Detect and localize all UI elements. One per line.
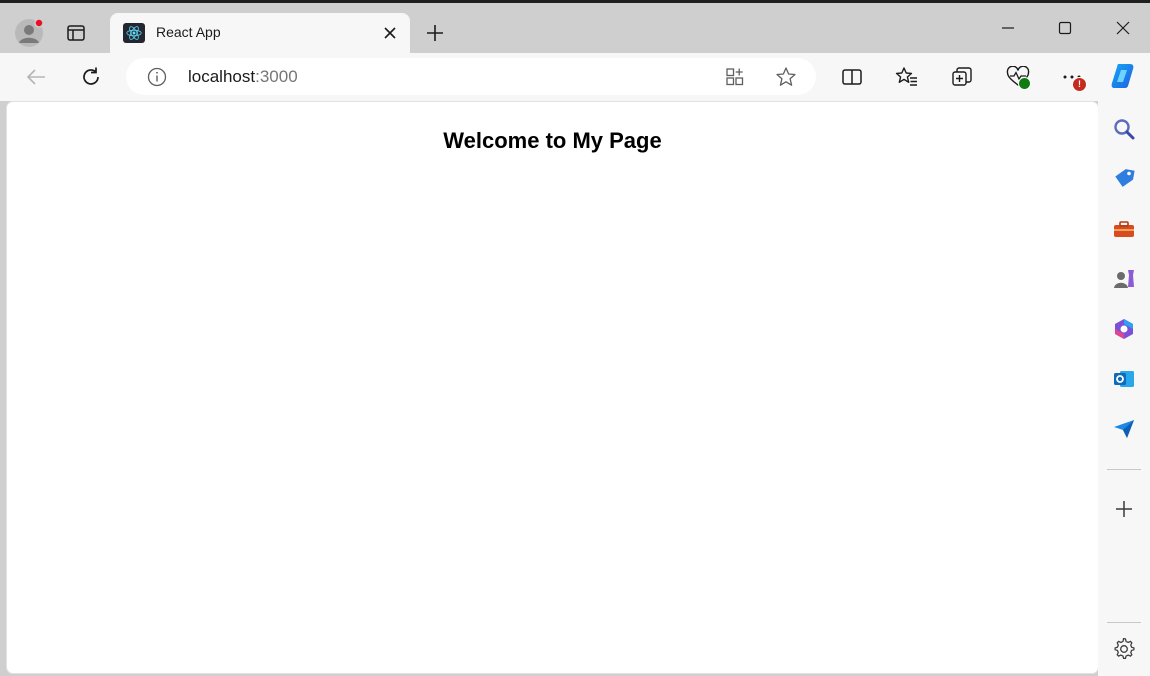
settings-icon (1114, 638, 1135, 659)
collections-button[interactable] (944, 59, 980, 95)
sidebar-outlook-button[interactable] (1106, 361, 1142, 397)
profile-button[interactable] (12, 16, 46, 50)
back-button[interactable] (18, 59, 54, 95)
microsoft-365-icon (1115, 319, 1133, 339)
page-heading: Welcome to My Page (443, 128, 662, 153)
add-favorite-star-icon[interactable] (773, 64, 799, 90)
new-tab-button[interactable] (418, 16, 452, 50)
split-screen-button[interactable] (834, 59, 870, 95)
games-icon (1114, 270, 1134, 288)
url-port: :3000 (255, 67, 298, 86)
collections-icon (952, 67, 972, 86)
tab-actions-button[interactable] (59, 16, 93, 50)
close-icon (384, 27, 396, 39)
tab-actions-icon (67, 25, 85, 41)
sidebar-games-button[interactable] (1106, 261, 1142, 297)
sidebar-shopping-button[interactable] (1106, 161, 1142, 197)
maximize-icon (1058, 21, 1072, 35)
sidebar-add-button[interactable] (1106, 491, 1142, 527)
sidebar-divider-bottom (1107, 622, 1141, 623)
update-badge: ! (1072, 77, 1087, 92)
browser-essentials-button[interactable] (1000, 59, 1036, 95)
sidebar-microsoft365-button[interactable] (1106, 311, 1142, 347)
minimize-icon (1002, 27, 1014, 29)
drop-icon (1114, 420, 1134, 438)
outlook-icon (1114, 371, 1134, 387)
search-icon (1114, 119, 1135, 140)
site-info-icon[interactable] (146, 66, 168, 88)
status-ok-badge (1018, 77, 1031, 90)
close-window-button[interactable] (1100, 11, 1146, 45)
refresh-icon (83, 67, 99, 85)
url-host: localhost (188, 67, 256, 86)
shopping-tag-icon (1115, 169, 1135, 187)
sidebar-settings-button[interactable] (1106, 631, 1142, 667)
tab-title: React App (156, 24, 221, 40)
add-icon (1116, 501, 1132, 517)
tools-icon (1114, 221, 1134, 237)
sidebar-tools-button[interactable] (1106, 211, 1142, 247)
address-bar[interactable]: localhost:3000 (126, 58, 816, 95)
close-icon (1116, 21, 1130, 35)
tab-strip: React App (0, 3, 1150, 53)
url-text[interactable]: localhost:3000 (188, 67, 298, 87)
edge-sidebar (1098, 101, 1150, 676)
plus-icon (427, 25, 443, 41)
browser-toolbar: localhost:3000 ! (0, 53, 1150, 101)
split-screen-icon (842, 69, 862, 85)
refresh-button[interactable] (73, 59, 109, 95)
minimize-button[interactable] (985, 11, 1031, 45)
settings-and-more-button[interactable]: ! (1054, 59, 1090, 95)
sidebar-search-button[interactable] (1106, 111, 1142, 147)
react-logo-icon (123, 23, 145, 43)
sidebar-drop-button[interactable] (1106, 411, 1142, 447)
copilot-button[interactable] (1106, 58, 1142, 94)
app-available-icon[interactable] (723, 65, 747, 89)
copilot-icon (1111, 64, 1134, 88)
back-arrow-icon (26, 69, 45, 85)
favorites-icon (895, 67, 917, 86)
profile-avatar-icon (15, 18, 44, 47)
tab-close-button[interactable] (380, 23, 400, 43)
tab-react-app[interactable]: React App (110, 13, 410, 53)
favorites-button[interactable] (889, 59, 925, 95)
page-viewport: Welcome to My Page (6, 101, 1099, 674)
sidebar-divider (1107, 469, 1141, 470)
maximize-button[interactable] (1042, 11, 1088, 45)
